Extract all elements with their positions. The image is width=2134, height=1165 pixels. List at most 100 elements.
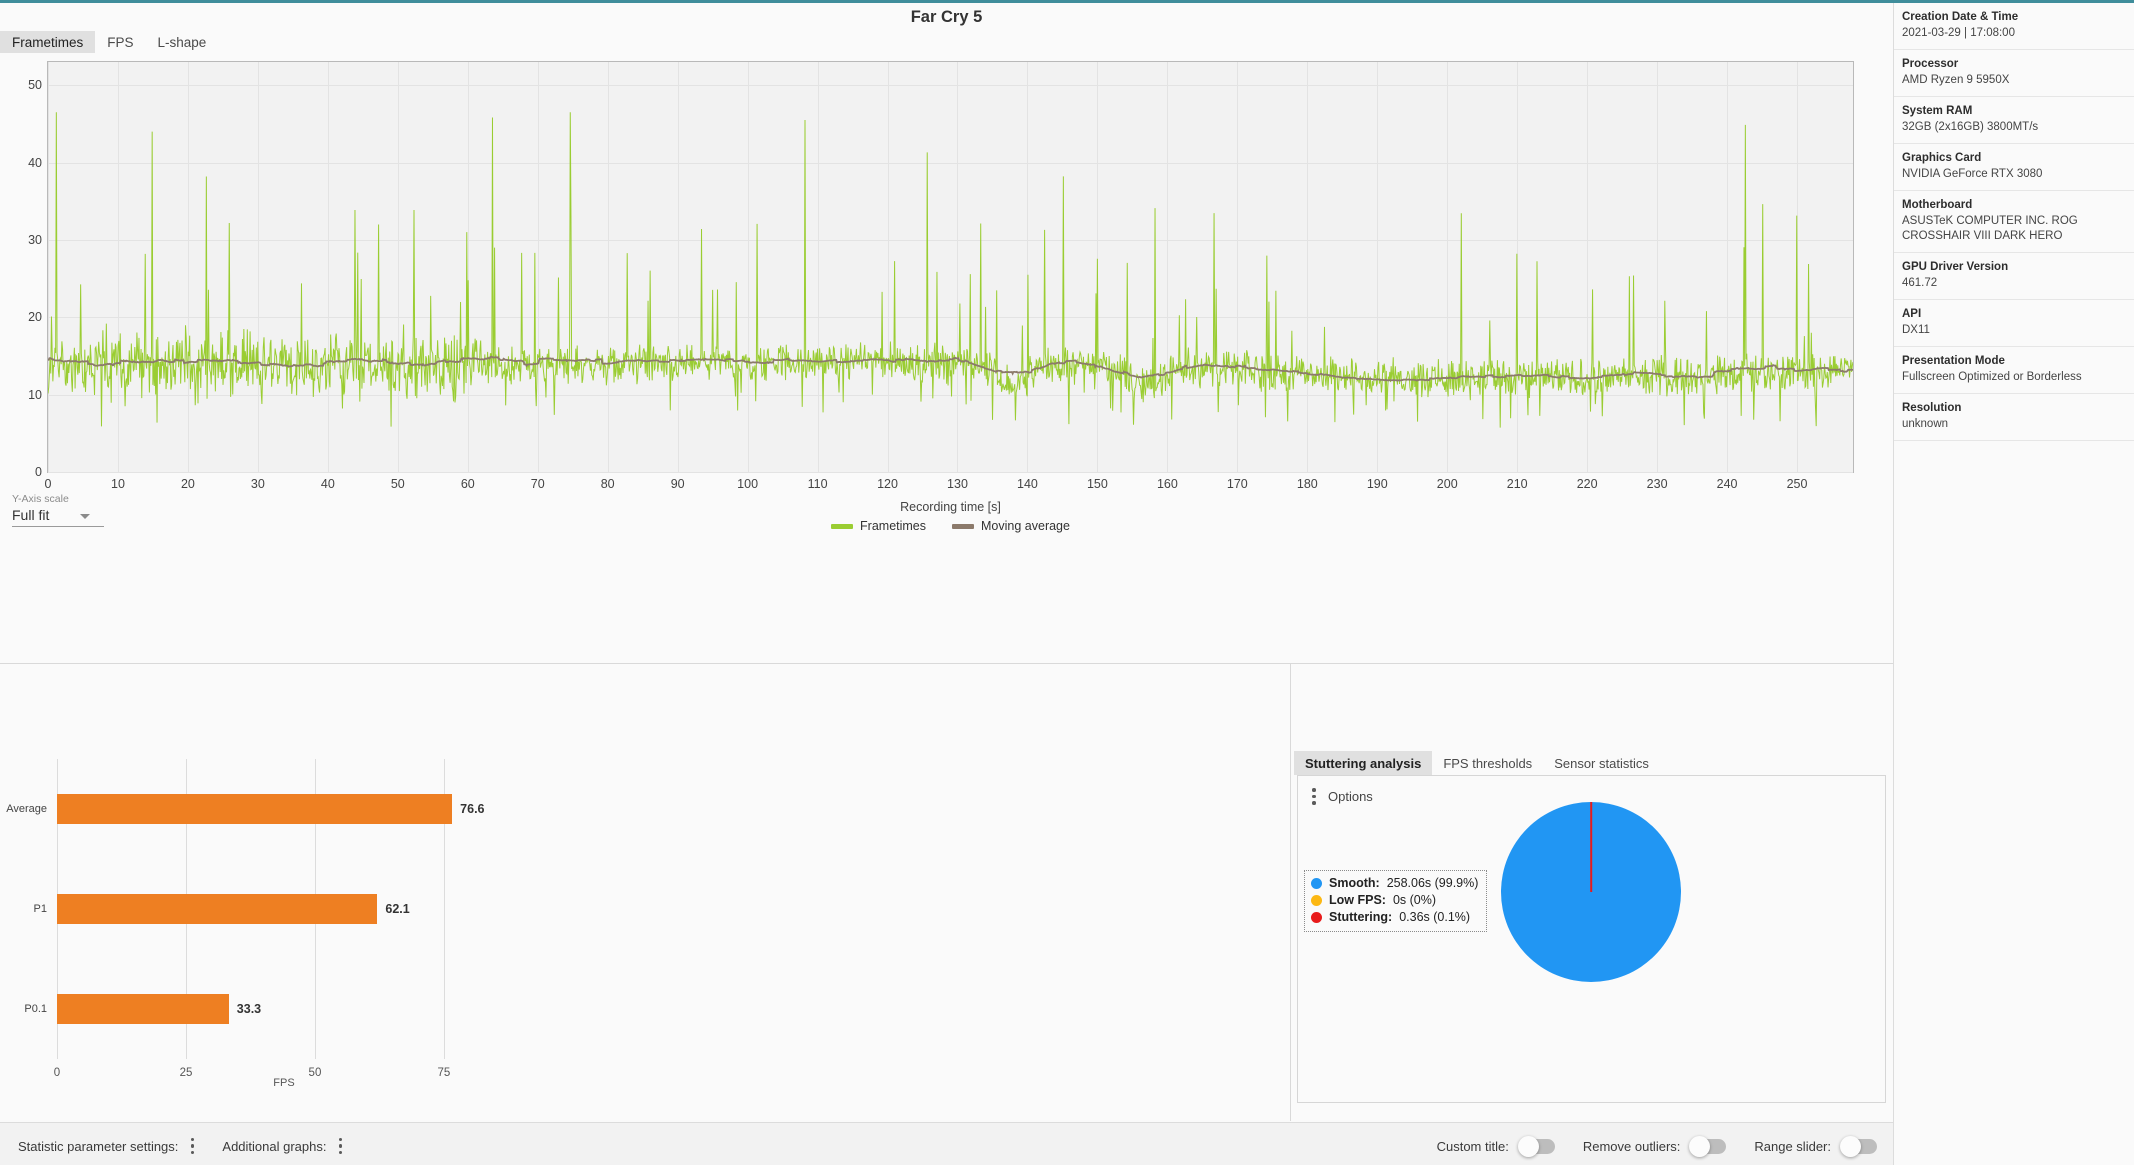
sidebar-item-value: 32GB (2x16GB) 3800MT/s — [1902, 121, 2039, 133]
bar-row[interactable]: P1 62.1 — [34, 894, 410, 924]
sidebar-item-label: GPU Driver Version — [1902, 261, 2009, 273]
legend-color-dot-icon — [1311, 895, 1322, 906]
stuttering-tab-sensor-statistics[interactable]: Sensor statistics — [1543, 751, 1660, 775]
sidebar-item-label: System RAM — [1902, 105, 1973, 117]
toggle-knob — [1689, 1135, 1711, 1157]
fps-statistics-card: 0 25 50 75 Average 76.6 P1 62.1 P0.1 33.3 FPS — [0, 664, 1290, 1121]
additional-graphs[interactable]: Additional graphs: — [222, 1137, 343, 1155]
frametime-x-axis-title: Recording time [s] — [900, 500, 1001, 514]
sidebar-item-value: DX11 — [1902, 324, 1930, 336]
bar-value-label: 62.1 — [385, 902, 410, 916]
x-axis-tick-label: 210 — [1506, 477, 1528, 491]
sidebar-item-graphics-card: Graphics Card NVIDIA GeForce RTX 3080 — [1894, 144, 2134, 191]
x-axis-tick-label: 160 — [1156, 477, 1178, 491]
x-axis-tick-label: 50 — [390, 477, 405, 491]
stuttering-legend-label: Smooth: — [1329, 876, 1380, 890]
legend-swatch-icon — [831, 523, 854, 529]
sidebar-item-label: Motherboard — [1902, 199, 1973, 211]
sidebar-item-label: API — [1902, 308, 1922, 320]
legend-label: Moving average — [981, 519, 1070, 533]
x-axis-tick-label: 90 — [670, 477, 685, 491]
gridline — [48, 472, 1853, 473]
stuttering-legend-row: Stuttering: 0.36s (0.1%) — [1311, 909, 1478, 926]
stuttering-analysis-panel: Options Smooth: 258.06s (99.9%) Low FPS: 0s… — [1297, 775, 1886, 1103]
x-axis-tick-label: 100 — [737, 477, 759, 491]
title-bar: Far Cry 5 — [0, 3, 1893, 31]
options-label: Options — [1328, 788, 1373, 804]
sidebar-item-value: Fullscreen Optimized or Borderless — [1902, 371, 2082, 383]
pie-smooth-slice — [1501, 802, 1681, 982]
x-axis-tick-label: 250 — [1786, 477, 1808, 491]
bar-category-label: P1 — [33, 903, 47, 915]
stuttering-pie-chart[interactable] — [1501, 802, 1681, 982]
fps-bar-x-axis-title: FPS — [273, 1077, 295, 1089]
statistic-parameter-settings[interactable]: Statistic parameter settings: — [18, 1137, 195, 1155]
tab-l-shape[interactable]: L-shape — [146, 31, 219, 53]
sidebar-item-value: 461.72 — [1902, 277, 1938, 289]
sidebar-item-value: AMD Ryzen 9 5950X — [1902, 74, 2010, 86]
legend-item-frametimes[interactable]: Frametimes — [831, 519, 926, 533]
bar-fill — [57, 794, 453, 824]
stuttering-tab-bar: Stuttering analysis FPS thresholds Sensor … — [1294, 751, 1660, 775]
x-axis-tick-label: 150 — [1086, 477, 1108, 491]
sidebar-item-label: Presentation Mode — [1902, 355, 2005, 367]
x-axis-tick-label: 130 — [947, 477, 968, 491]
options-row[interactable]: Options — [1312, 788, 1373, 805]
range-slider-control: Range slider: — [1754, 1135, 1877, 1157]
sidebar-item-system-ram: System RAM 32GB (2x16GB) 3800MT/s — [1894, 97, 2134, 144]
bottom-toolbar: Statistic parameter settings: Additional… — [0, 1122, 1893, 1165]
x-axis-tick-label: 110 — [807, 477, 828, 491]
x-axis-tick-label: 60 — [460, 477, 475, 491]
sidebar-item-label: Creation Date & Time — [1902, 11, 2019, 23]
sidebar-item-label: Processor — [1902, 58, 1959, 70]
x-axis-tick-label: 0 — [44, 477, 52, 491]
stuttering-tab-fps-thresholds[interactable]: FPS thresholds — [1432, 751, 1543, 775]
system-info-sidebar: Creation Date & Time 2021-03-29 | 17:08:0… — [1893, 3, 2134, 1165]
x-axis-tick-label: 220 — [1576, 477, 1598, 491]
sidebar-item-creation-date-time: Creation Date & Time 2021-03-29 | 17:08:0… — [1894, 3, 2134, 50]
frametime-plot-area[interactable]: 0 10 20 30 40 50 60 70 80 90 100 110 120 130 140 150 160… — [28, 61, 1854, 491]
bar-row[interactable]: P0.1 33.3 — [24, 994, 261, 1024]
panel-divider-vertical — [1290, 664, 1291, 1121]
tab-fps[interactable]: FPS — [95, 31, 145, 53]
y-axis-scale-label: Y-Axis scale — [12, 493, 69, 505]
x-axis-tick-label: 20 — [180, 477, 195, 491]
x-axis-tick-label: 240 — [1716, 477, 1738, 491]
sidebar-item-resolution: Resolution unknown — [1894, 394, 2134, 441]
sidebar-item-processor: Processor AMD Ryzen 9 5950X — [1894, 50, 2134, 97]
range-slider-toggle[interactable] — [1840, 1135, 1877, 1157]
fps-bar-plot-area[interactable]: 0 25 50 75 Average 76.6 P1 62.1 P0.1 33.3 — [6, 759, 511, 1079]
toggle-knob — [1840, 1135, 1861, 1157]
sidebar-item-value: 2021-03-29 | 17:08:00 — [1902, 27, 2015, 39]
additional-graphs-kebab-icon[interactable] — [338, 1137, 343, 1155]
statistic-parameter-settings-kebab-icon[interactable] — [190, 1137, 195, 1155]
sidebar-item-presentation-mode: Presentation Mode Fullscreen Optimized or… — [1894, 347, 2134, 394]
x-axis-tick-label: 10 — [111, 477, 125, 491]
stuttering-legend-label: Stuttering: — [1329, 910, 1393, 924]
additional-graphs-label: Additional graphs: — [222, 1138, 327, 1154]
tab-frametimes[interactable]: Frametimes — [0, 31, 96, 53]
range-slider-label: Range slider: — [1754, 1138, 1831, 1154]
bar-row[interactable]: Average 76.6 — [6, 794, 485, 824]
bar-category-label: Average — [6, 803, 47, 815]
page-title: Far Cry 5 — [910, 8, 983, 26]
y-axis-tick-label: 50 — [28, 78, 42, 93]
sidebar-item-api: API DX11 — [1894, 300, 2134, 347]
legend-swatch-icon — [952, 523, 975, 529]
stuttering-tab-stuttering-analysis[interactable]: Stuttering analysis — [1294, 751, 1433, 775]
x-axis-tick-label: 40 — [320, 477, 335, 491]
legend-item-moving-average[interactable]: Moving average — [952, 519, 1070, 533]
x-axis-tick-label: 200 — [1436, 477, 1458, 491]
y-axis-tick-label: 40 — [28, 155, 42, 170]
stuttering-legend-label: Low FPS: — [1329, 893, 1386, 907]
remove-outliers-toggle[interactable] — [1689, 1135, 1727, 1157]
bar-value-label: 33.3 — [236, 1002, 262, 1016]
kebab-menu-icon[interactable] — [1312, 788, 1316, 805]
stuttering-legend-value: 0s (0%) — [1392, 893, 1437, 907]
frametime-chart-card: Frametime [ms] 0102030405060708090100110… — [2, 53, 1887, 647]
custom-title-toggle[interactable] — [1517, 1135, 1555, 1157]
x-axis-tick-label: 120 — [877, 477, 898, 491]
bottom-toolbar-right: Custom title: Remove outliers: Range sli… — [1437, 1123, 1877, 1165]
sidebar-item-gpu-driver-version: GPU Driver Version 461.72 — [1894, 253, 2134, 300]
x-axis-tick-label: 80 — [600, 477, 615, 491]
